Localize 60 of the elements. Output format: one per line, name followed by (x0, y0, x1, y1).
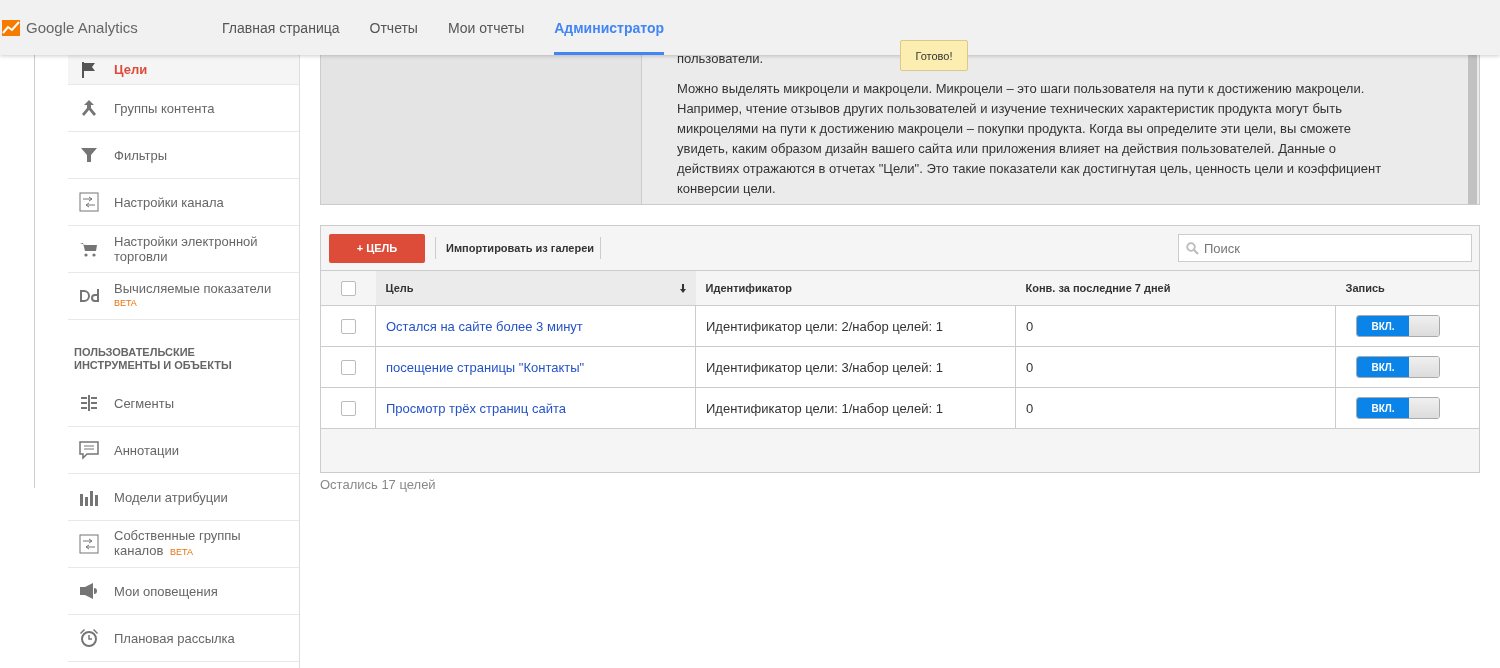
table-cell: Идентификатор цели: 2/набор целей: 1 (706, 318, 943, 334)
info-paragraph: пользователи. (677, 50, 764, 68)
table-cell: Идентификатор цели: 1/набор целей: 1 (706, 400, 943, 416)
sidebar-item[interactable]: Вычисляемые показатели BETA (68, 273, 299, 320)
sidebar-item[interactable]: Сегменты (68, 380, 299, 427)
goal-link[interactable]: Просмотр трёх страниц сайта (386, 400, 566, 416)
nav-tab[interactable]: Главная страница (222, 0, 340, 55)
column-header[interactable]: Запись (1345, 282, 1385, 294)
search-icon (1186, 242, 1199, 255)
checkbox[interactable] (340, 280, 356, 296)
sidebar-item[interactable]: Аннотации (68, 427, 299, 474)
sidebar-item[interactable]: Мои оповещения (68, 568, 299, 615)
sidebar-item[interactable]: Собственные группы каналов BETA (68, 521, 299, 568)
channel-settings-icon (79, 192, 99, 212)
scrollbar[interactable] (1468, 55, 1477, 204)
sort-arrow-icon (679, 283, 686, 293)
section-heading: ПОЛЬЗОВАТЕЛЬСКИЕ ИНСТРУМЕНТЫ И ОБЪЕКТЫ (73, 345, 233, 373)
import-link[interactable]: Импортировать из галереи (442, 242, 599, 254)
sidebar-item[interactable]: Настройки канала (68, 179, 299, 226)
logo-icon (2, 19, 20, 36)
column-header[interactable]: Идентификатор (705, 282, 792, 294)
bar-chart-icon (79, 488, 99, 506)
add-goal-button[interactable]: + ЦЕЛЬ (329, 233, 425, 263)
table-cell: 0 (1026, 400, 1034, 416)
merge-arrow-icon (80, 99, 98, 117)
channel-groups-icon (79, 534, 99, 554)
tooltip: Готово! (900, 40, 968, 71)
sidebar-item[interactable]: Модели атрибуции (68, 474, 299, 521)
recording-toggle[interactable]: ВКЛ. (1356, 315, 1440, 337)
filter-icon (80, 146, 98, 164)
table-cell: Идентификатор цели: 3/набор целей: 1 (706, 359, 943, 375)
goals-remaining-text: Остались 17 целей (320, 477, 437, 492)
logo-text: Google Analytics (26, 19, 138, 36)
recording-toggle[interactable]: ВКЛ. (1356, 356, 1440, 378)
nav-tab[interactable]: Мои отчеты (447, 0, 525, 55)
search-field[interactable]: Поиск (1178, 234, 1472, 262)
sidebar-item[interactable]: Настройки электронной торговли (68, 226, 299, 273)
table-cell: 0 (1026, 359, 1034, 375)
megaphone-icon (79, 582, 99, 600)
checkbox[interactable] (340, 319, 356, 335)
flag-icon (80, 60, 98, 79)
alarm-clock-icon (79, 628, 99, 648)
goal-link[interactable]: посещение страницы "Контакты" (386, 359, 585, 375)
sidebar-item[interactable]: Цели (68, 55, 299, 85)
nav-tab[interactable]: Отчеты (369, 0, 418, 55)
cart-icon (80, 240, 98, 258)
checkbox[interactable] (340, 401, 356, 417)
sidebar-item[interactable]: Плановая рассылка (68, 615, 299, 662)
checkbox[interactable] (340, 360, 356, 376)
goal-link[interactable]: Остался на сайте более 3 минут (386, 318, 583, 334)
table-cell: 0 (1026, 318, 1034, 334)
sidebar-item[interactable]: Фильтры (68, 132, 299, 179)
column-header[interactable]: Конв. за последние 7 дней (1025, 282, 1171, 294)
info-paragraph: Можно выделять микроцели и макроцели. Микроцели – это шаги пользователя на пути к достижению макроцели. Например, чтение отзывов других пользователей и изучение технических характеристик продукта могут быть микроцелями на пути к достижению макроцели – покупки продукта. Когда вы определите эти цели, вы сможете увидеть, каким образом дизайн вашего сайта или приложения влияет на действия пользователей. Данные о действиях отражаются в отчетах "Цели". Это такие показатели как достигнутая цель, ценность цели и коэффициент конверсии цели. (677, 80, 1383, 198)
recording-toggle[interactable]: ВКЛ. (1356, 397, 1440, 419)
dd-icon (79, 289, 99, 303)
column-header[interactable]: Цель (385, 282, 414, 294)
sidebar-item[interactable]: Группы контента (68, 85, 299, 132)
segments-icon (80, 394, 98, 412)
comment-icon (79, 440, 99, 460)
